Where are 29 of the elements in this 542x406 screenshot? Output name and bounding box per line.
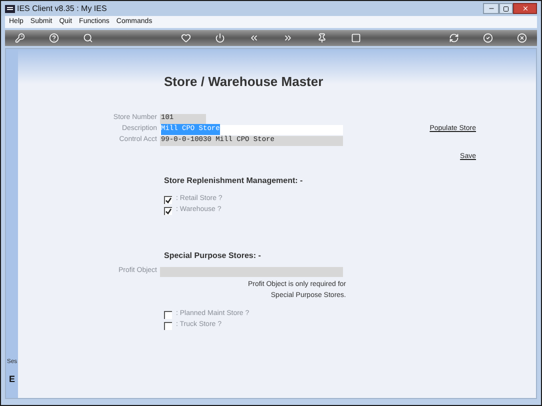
close-icon[interactable] <box>517 33 527 43</box>
side-panel-glyph: E <box>8 372 15 386</box>
double-left-icon[interactable] <box>249 33 259 43</box>
key-icon[interactable] <box>15 33 25 43</box>
window-title: IES Client v8.35 : My IES <box>17 2 107 14</box>
double-right-icon[interactable] <box>283 33 293 43</box>
power-icon[interactable] <box>215 33 225 43</box>
section-heading: Store Replenishment Management: - <box>164 175 304 187</box>
heart-icon[interactable] <box>181 33 191 43</box>
checkbox[interactable] <box>164 322 172 330</box>
page-title: Store / Warehouse Master <box>164 73 324 92</box>
maximize-button[interactable] <box>499 3 513 14</box>
app-icon <box>5 4 15 12</box>
search-icon[interactable] <box>83 33 93 43</box>
input-field[interactable] <box>160 266 343 276</box>
close-button[interactable] <box>513 3 537 14</box>
minimize-button[interactable] <box>483 3 499 14</box>
square-icon[interactable] <box>351 33 361 43</box>
help-icon[interactable] <box>49 33 59 43</box>
checkbox[interactable] <box>164 206 172 214</box>
refresh-icon[interactable] <box>449 33 459 43</box>
minimize-icon <box>488 5 494 12</box>
check-icon[interactable] <box>483 33 493 43</box>
close-icon <box>522 5 528 12</box>
checkbox[interactable] <box>164 196 172 204</box>
pin-icon[interactable] <box>317 33 327 43</box>
maximize-icon <box>503 6 509 12</box>
checkbox[interactable] <box>164 310 172 318</box>
section-heading: Special Purpose Stores: - <box>164 250 262 262</box>
